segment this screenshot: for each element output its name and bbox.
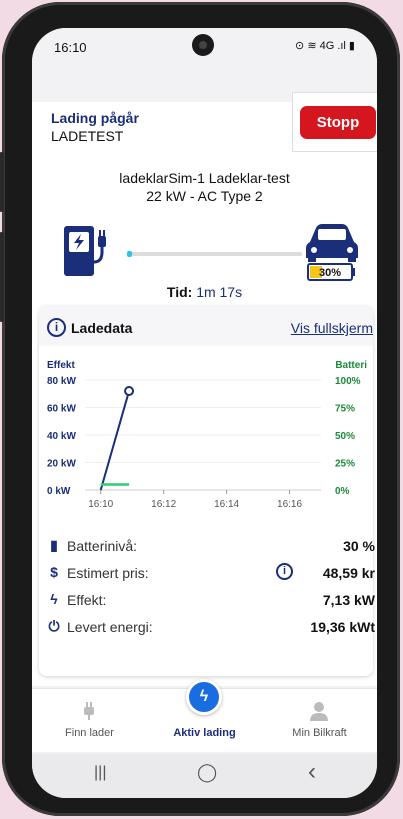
status-bar: 16:10 ⊙ ≋ 4G .ıl ▮: [32, 28, 377, 68]
front-camera: [192, 34, 214, 56]
charger-station-icon: [64, 226, 106, 276]
person-icon: [310, 702, 328, 721]
status-icons: ⊙ ≋ 4G .ıl ▮: [295, 40, 355, 52]
x-tick-label: 16:12: [151, 499, 176, 510]
recents-button[interactable]: |||: [94, 764, 106, 782]
data-point: [124, 386, 135, 396]
charging-chart: Effekt Batteri 80 kW 100% 60 kW 75% 40 kW 50% 20…: [47, 360, 367, 510]
tab-label-min-bilkraft: Min Bilkraft: [292, 727, 347, 739]
x-tick-label: 16:10: [88, 499, 113, 510]
y-tick-label-right: 100%: [335, 376, 361, 387]
charger-spec: 22 kW - AC Type 2: [146, 188, 263, 204]
stat-row: ϟ Effekt: 7,13 kW: [39, 590, 377, 612]
charger-name: ladeklarSim-1 Ladeklar-test: [119, 170, 290, 186]
series-line: [99, 390, 131, 491]
tab-min-bilkraft[interactable]: Min Bilkraft: [262, 689, 377, 753]
charging-progress-bar: [127, 251, 302, 257]
status-time: 16:10: [54, 40, 87, 55]
elapsed-time-value: 1m 17s: [196, 284, 243, 300]
bolt-icon: ϟ: [186, 679, 222, 715]
tab-finn-lader[interactable]: Finn lader: [32, 689, 147, 753]
x-tick-label: 16:16: [277, 499, 302, 510]
home-button[interactable]: ◯: [197, 762, 217, 783]
tab-label-finn-lader: Finn lader: [65, 727, 114, 739]
y-tick-label-left: 60 kW: [47, 404, 76, 415]
system-nav-bar: ||| ◯ ‹: [32, 754, 377, 798]
stat-value: 7,13 kW: [322, 592, 375, 608]
stat-label: Levert energi:: [67, 619, 153, 635]
stat-row: ⏻ Levert energi: 19,36 kWt: [39, 617, 377, 639]
charging-progress-fill: [127, 251, 133, 257]
phone-frame: 16:10 ⊙ ≋ 4G .ıl ▮ Lading pågår LADETEST…: [0, 2, 400, 816]
tab-label-aktiv-lading: Aktiv lading: [173, 727, 236, 739]
active-charging-page: Lading pågår LADETEST Stopp ladeklarSim-…: [32, 86, 377, 686]
fullscreen-link[interactable]: Vis fullskjerm: [291, 320, 373, 336]
bolt-icon: ϟ: [50, 591, 58, 607]
battery-badge: 30%: [319, 267, 342, 279]
x-tick-label: 16:14: [214, 499, 239, 510]
stat-value: 19,36 kWt: [310, 619, 375, 635]
stat-label: Estimert pris:: [67, 565, 149, 581]
y-tick-label-right: 25%: [335, 459, 355, 470]
charger-card: ladeklarSim-1 Ladeklar-test 22 kW - AC T…: [32, 156, 377, 686]
dollar-icon: $: [50, 564, 58, 580]
y-tick-label-right: 50%: [335, 431, 355, 442]
stop-button[interactable]: Stopp: [300, 106, 376, 139]
stat-label: Effekt:: [67, 592, 107, 608]
y-axis-title-left: Effekt: [47, 360, 75, 371]
elapsed-time-label: Tid:: [166, 284, 193, 300]
elapsed-time: Tid: 1m 17s: [32, 284, 377, 300]
stat-row: ▮ Batterinivå: 30 %: [39, 536, 377, 558]
y-tick-label-left: 80 kW: [47, 376, 76, 387]
location-name: LADETEST: [51, 128, 124, 144]
stat-value: 48,59 kr: [322, 565, 375, 581]
volume-button-down: [0, 232, 4, 322]
y-tick-label-right: 75%: [335, 404, 355, 415]
y-tick-label-left: 40 kW: [47, 431, 76, 442]
y-axis-title-right: Batteri: [335, 360, 367, 371]
y-tick-label-left: 0 kW: [47, 486, 71, 497]
tab-aktiv-lading[interactable]: ϟ Aktiv lading: [147, 679, 262, 753]
volume-button: [0, 152, 4, 212]
stat-label: Batterinivå:: [67, 538, 138, 554]
stat-row: $ Estimert pris: i 48,59 kr: [39, 563, 377, 585]
battery-icon: ▮: [50, 537, 58, 553]
y-tick-label-left: 20 kW: [47, 459, 76, 470]
charging-data-title: Ladedata: [71, 320, 133, 336]
page-title: Lading pågår: [51, 110, 139, 126]
screen: 16:10 ⊙ ≋ 4G .ıl ▮ Lading pågår LADETEST…: [32, 28, 377, 798]
info-icon[interactable]: i: [47, 318, 66, 337]
price-info-icon[interactable]: i: [276, 563, 293, 580]
charging-data-card: i Ladedata Vis fullskjerm Effekt Batteri 8…: [39, 306, 375, 676]
back-button[interactable]: ‹: [308, 758, 316, 786]
bottom-tab-bar: Finn lader ϟ Aktiv lading Min Bilkraft: [32, 679, 377, 753]
y-tick-label-right: 0%: [335, 486, 350, 497]
stat-value: 30 %: [343, 538, 375, 554]
plug-icon: [84, 702, 94, 720]
plug-icon: ⏻: [48, 618, 60, 634]
